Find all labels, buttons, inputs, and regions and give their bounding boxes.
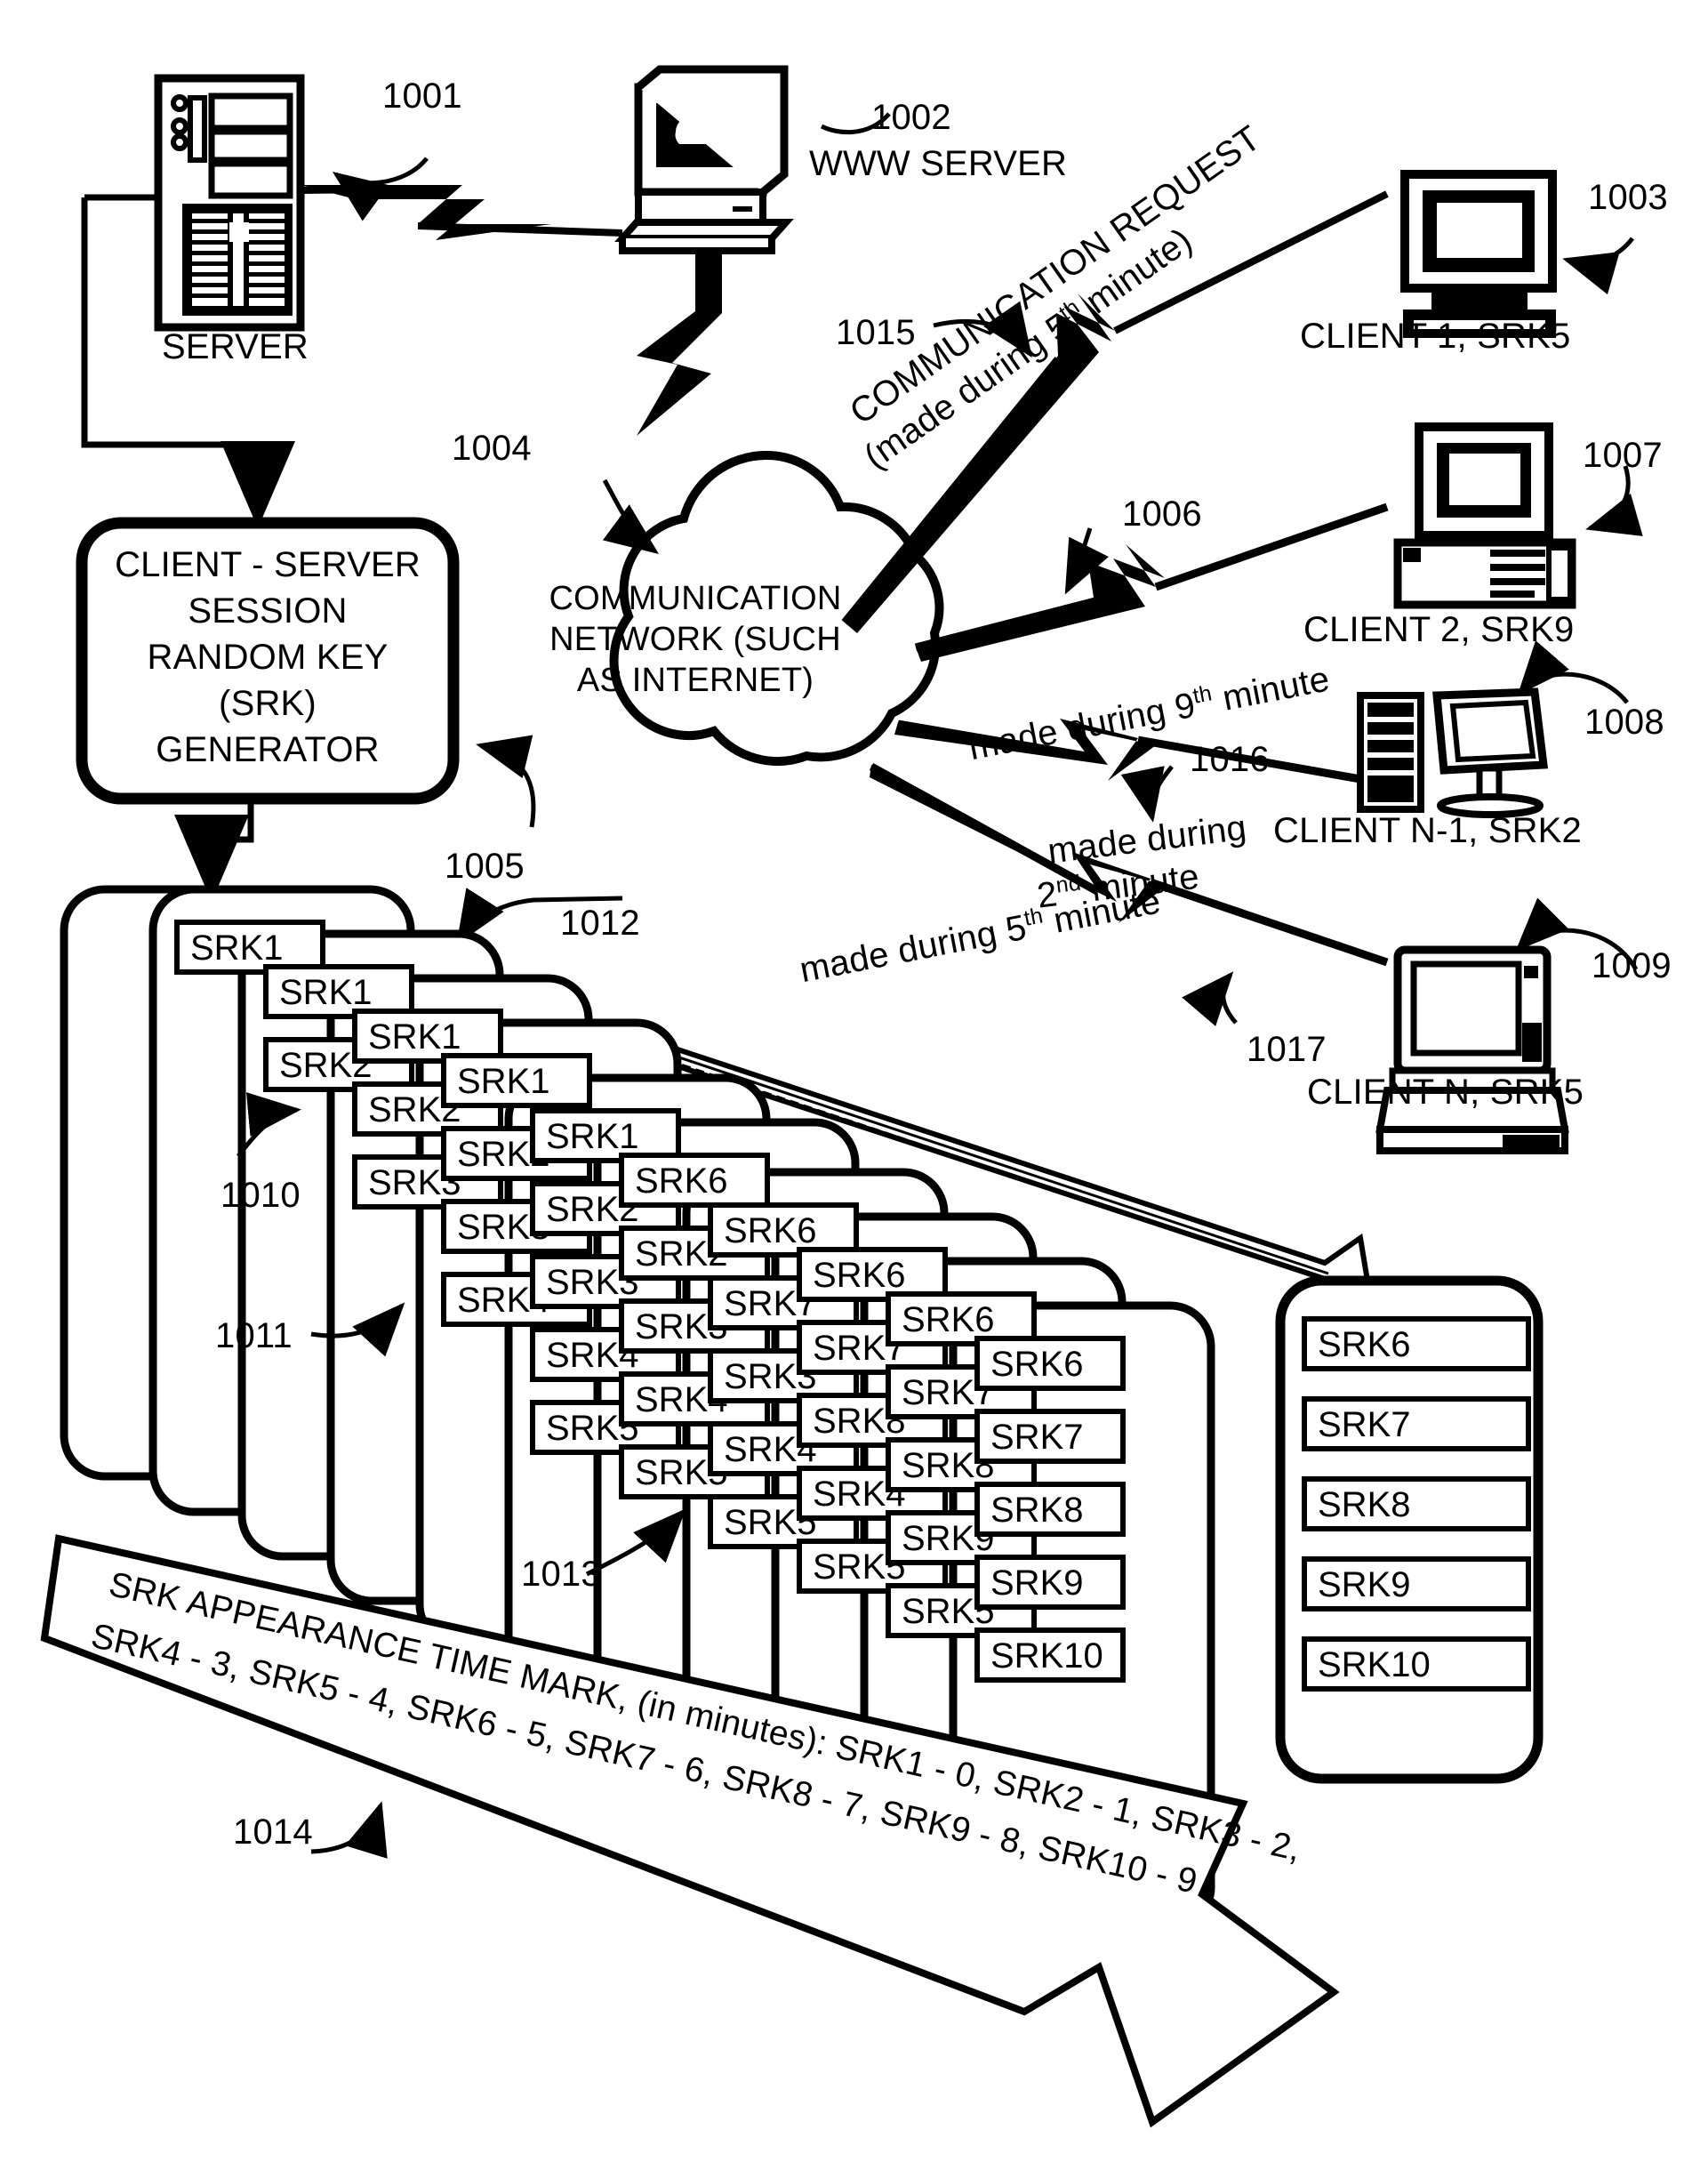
client-2-label: CLIENT 2, SRK9 [1303, 610, 1575, 649]
srk-slot-label: SRK9 [1318, 1565, 1411, 1604]
ref-1006: 1006 [1122, 494, 1202, 534]
srk-slot-front-row1: SRK7 [1302, 1396, 1531, 1451]
ref-1007: 1007 [1583, 436, 1663, 475]
client-1-label: CLIENT 1, SRK5 [1300, 317, 1571, 356]
srk-slot-label: SRK6 [813, 1256, 906, 1295]
srk-slot-card10-row3: SRK9 [974, 1555, 1126, 1610]
ref-1012: 1012 [560, 904, 640, 943]
srk-slot-label: SRK8 [1318, 1485, 1411, 1524]
ref-1002: 1002 [871, 98, 951, 137]
srk-slot-label: SRK6 [1318, 1325, 1411, 1364]
ref-1010: 1010 [221, 1176, 301, 1215]
network-label-line-2: NETWORK (SUCH [549, 621, 841, 658]
www-server-label: WWW SERVER [809, 144, 1068, 183]
srk-slot-front-row3: SRK9 [1302, 1556, 1531, 1611]
link-1016b-sup: nd [1054, 871, 1083, 898]
srk-slot-label: SRK7 [990, 1418, 1084, 1457]
srk-slot-label: SRK6 [902, 1300, 995, 1339]
network-label-line-1: COMMUNICATION [549, 580, 842, 617]
srk-slot-label: SRK10 [1318, 1645, 1431, 1684]
ref-1001: 1001 [382, 76, 462, 116]
srk-slot-label: SRK9 [990, 1563, 1084, 1603]
generator-line-5: GENERATOR [156, 730, 380, 769]
srk-slot-label: SRK6 [724, 1211, 817, 1250]
ref-1008: 1008 [1584, 703, 1664, 742]
srk-slot-label: SRK1 [457, 1062, 550, 1101]
client-n-label: CLIENT N, SRK5 [1307, 1073, 1584, 1112]
srk-slot-label: SRK1 [279, 973, 373, 1012]
ref-1009: 1009 [1592, 946, 1672, 985]
srk-slot-label: SRK1 [190, 928, 284, 968]
ref-1015: 1015 [836, 313, 916, 352]
srk-slot-card10-row1: SRK7 [974, 1409, 1126, 1464]
srk-slot-label: SRK1 [546, 1117, 639, 1156]
srk-slot-front-row2: SRK8 [1302, 1476, 1531, 1531]
ref-1017: 1017 [1247, 1030, 1327, 1069]
link-line-server-www [300, 185, 454, 194]
ref-1005: 1005 [445, 847, 525, 886]
network-label-line-3: AS INTERNET) [576, 662, 814, 699]
srk-slot-label: SRK7 [1318, 1405, 1411, 1444]
ref-1013: 1013 [521, 1555, 601, 1594]
ref-1003: 1003 [1588, 178, 1668, 217]
srk-slot-label: SRK6 [635, 1161, 728, 1201]
client-n-minus-1-label: CLIENT N-1, SRK2 [1273, 811, 1583, 850]
srk-slot-card10-row2: SRK8 [974, 1482, 1126, 1537]
srk-slot-card6-row0: SRK6 [619, 1153, 770, 1208]
www-server-icon [614, 65, 794, 254]
srk-slot-label: SRK1 [368, 1017, 461, 1057]
srk-slot-label: SRK6 [990, 1345, 1084, 1384]
srk-slot-card10-row4: SRK10 [974, 1628, 1126, 1683]
generator-line-4: (SRK) [219, 684, 317, 723]
ref-1011: 1011 [215, 1316, 293, 1355]
srk-slot-card10-row0: SRK6 [974, 1336, 1126, 1391]
srk-slot-front-row4: SRK10 [1302, 1636, 1531, 1692]
generator-line-3: RANDOM KEY [147, 638, 389, 677]
ref-1004: 1004 [452, 429, 532, 468]
client-n-icon [1375, 945, 1569, 1154]
srk-slot-label: SRK10 [990, 1636, 1103, 1676]
client-1-icon [1400, 170, 1557, 338]
server-icon [154, 74, 305, 332]
client-2-icon [1393, 422, 1576, 609]
ref-1014: 1014 [233, 1812, 313, 1852]
generator-line-2: SESSION [188, 591, 348, 631]
ref-1016: 1016 [1190, 740, 1270, 779]
srk-slot-card4-row0: SRK1 [441, 1053, 592, 1108]
server-label: SERVER [162, 327, 309, 366]
generator-line-1: CLIENT - SERVER [115, 545, 421, 584]
srk-slot-front-row0: SRK6 [1302, 1316, 1531, 1371]
srk-slot-label: SRK8 [990, 1491, 1084, 1530]
